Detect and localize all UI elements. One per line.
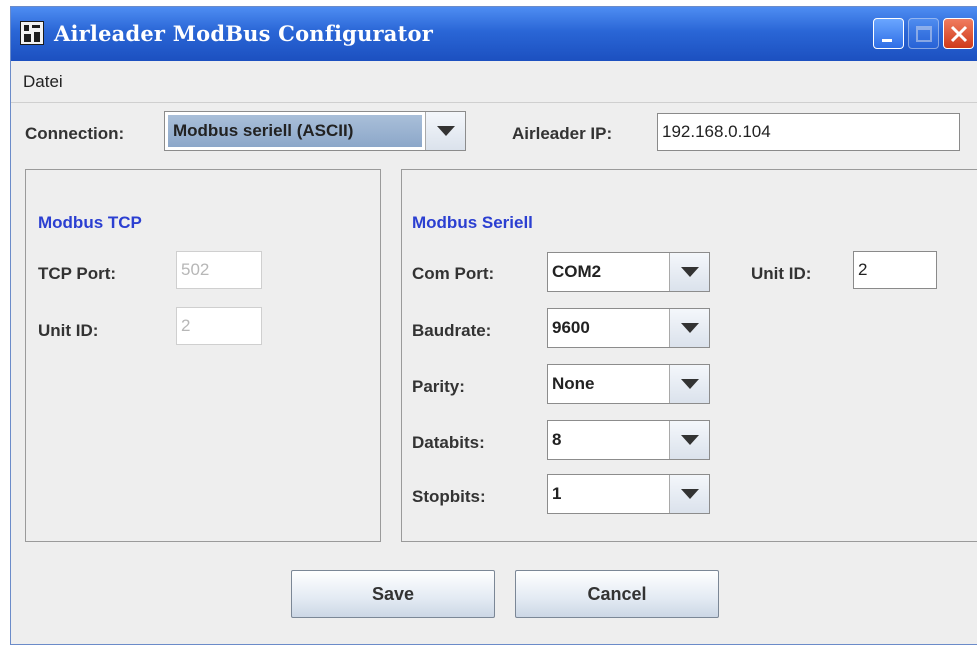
window-title: Airleader ModBus Configurator (54, 21, 433, 46)
parity-label: Parity: (412, 377, 465, 396)
databits-select[interactable]: 8 (547, 420, 710, 460)
connection-value: Modbus seriell (ASCII) (173, 121, 354, 140)
baudrate-select[interactable]: 9600 (547, 308, 710, 348)
parity-dropdown-arrow[interactable] (669, 365, 709, 403)
serial-unit-id-input[interactable]: 2 (853, 251, 937, 289)
parity-value: None (552, 374, 595, 393)
minimize-icon (882, 39, 892, 42)
title-bar[interactable]: Airleader ModBus Configurator (11, 7, 977, 61)
app-icon (20, 21, 44, 45)
com-port-value: COM2 (552, 262, 602, 281)
databits-label: Databits: (412, 433, 485, 452)
com-port-label: Com Port: (412, 264, 495, 283)
connection-label: Connection: (25, 124, 125, 143)
tcp-port-label: TCP Port: (38, 264, 117, 283)
serial-unit-id-label: Unit ID: (751, 264, 812, 283)
baudrate-label: Baudrate: (412, 321, 492, 340)
tcp-unit-id-input[interactable]: 2 (176, 307, 262, 345)
menu-datei[interactable]: Datei (23, 72, 63, 92)
close-icon (950, 25, 968, 43)
connection-dropdown-arrow[interactable] (425, 112, 465, 150)
tcp-unit-id-label: Unit ID: (38, 321, 99, 340)
cancel-button[interactable]: Cancel (515, 570, 719, 618)
modbus-seriell-panel: Modbus Seriell Com Port: COM2 Unit ID: 2… (401, 169, 977, 542)
save-button[interactable]: Save (291, 570, 495, 618)
tcp-port-input[interactable]: 502 (176, 251, 262, 289)
stopbits-dropdown-arrow[interactable] (669, 475, 709, 513)
close-button[interactable] (943, 18, 974, 49)
baudrate-value: 9600 (552, 318, 590, 337)
com-port-dropdown-arrow[interactable] (669, 253, 709, 291)
baudrate-dropdown-arrow[interactable] (669, 309, 709, 347)
minimize-button[interactable] (873, 18, 904, 49)
stopbits-select[interactable]: 1 (547, 474, 710, 514)
chevron-down-icon (681, 267, 699, 277)
chevron-down-icon (681, 323, 699, 333)
modbus-tcp-panel: Modbus TCP TCP Port: 502 Unit ID: 2 (25, 169, 381, 542)
databits-value: 8 (552, 430, 562, 449)
airleader-ip-label: Airleader IP: (512, 124, 613, 143)
modbus-seriell-title: Modbus Seriell (412, 213, 533, 232)
maximize-icon (916, 26, 932, 42)
connection-select[interactable]: Modbus seriell (ASCII) (164, 111, 466, 151)
maximize-button[interactable] (908, 18, 939, 49)
airleader-ip-input[interactable]: 192.168.0.104 (657, 113, 960, 151)
databits-dropdown-arrow[interactable] (669, 421, 709, 459)
app-window: Airleader ModBus Configurator Datei Conn… (10, 6, 977, 645)
chevron-down-icon (437, 126, 455, 136)
com-port-select[interactable]: COM2 (547, 252, 710, 292)
chevron-down-icon (681, 489, 699, 499)
modbus-tcp-title: Modbus TCP (38, 213, 142, 232)
parity-select[interactable]: None (547, 364, 710, 404)
stopbits-value: 1 (552, 484, 562, 503)
chevron-down-icon (681, 379, 699, 389)
chevron-down-icon (681, 435, 699, 445)
stopbits-label: Stopbits: (412, 487, 486, 506)
menu-bar: Datei (11, 61, 977, 103)
